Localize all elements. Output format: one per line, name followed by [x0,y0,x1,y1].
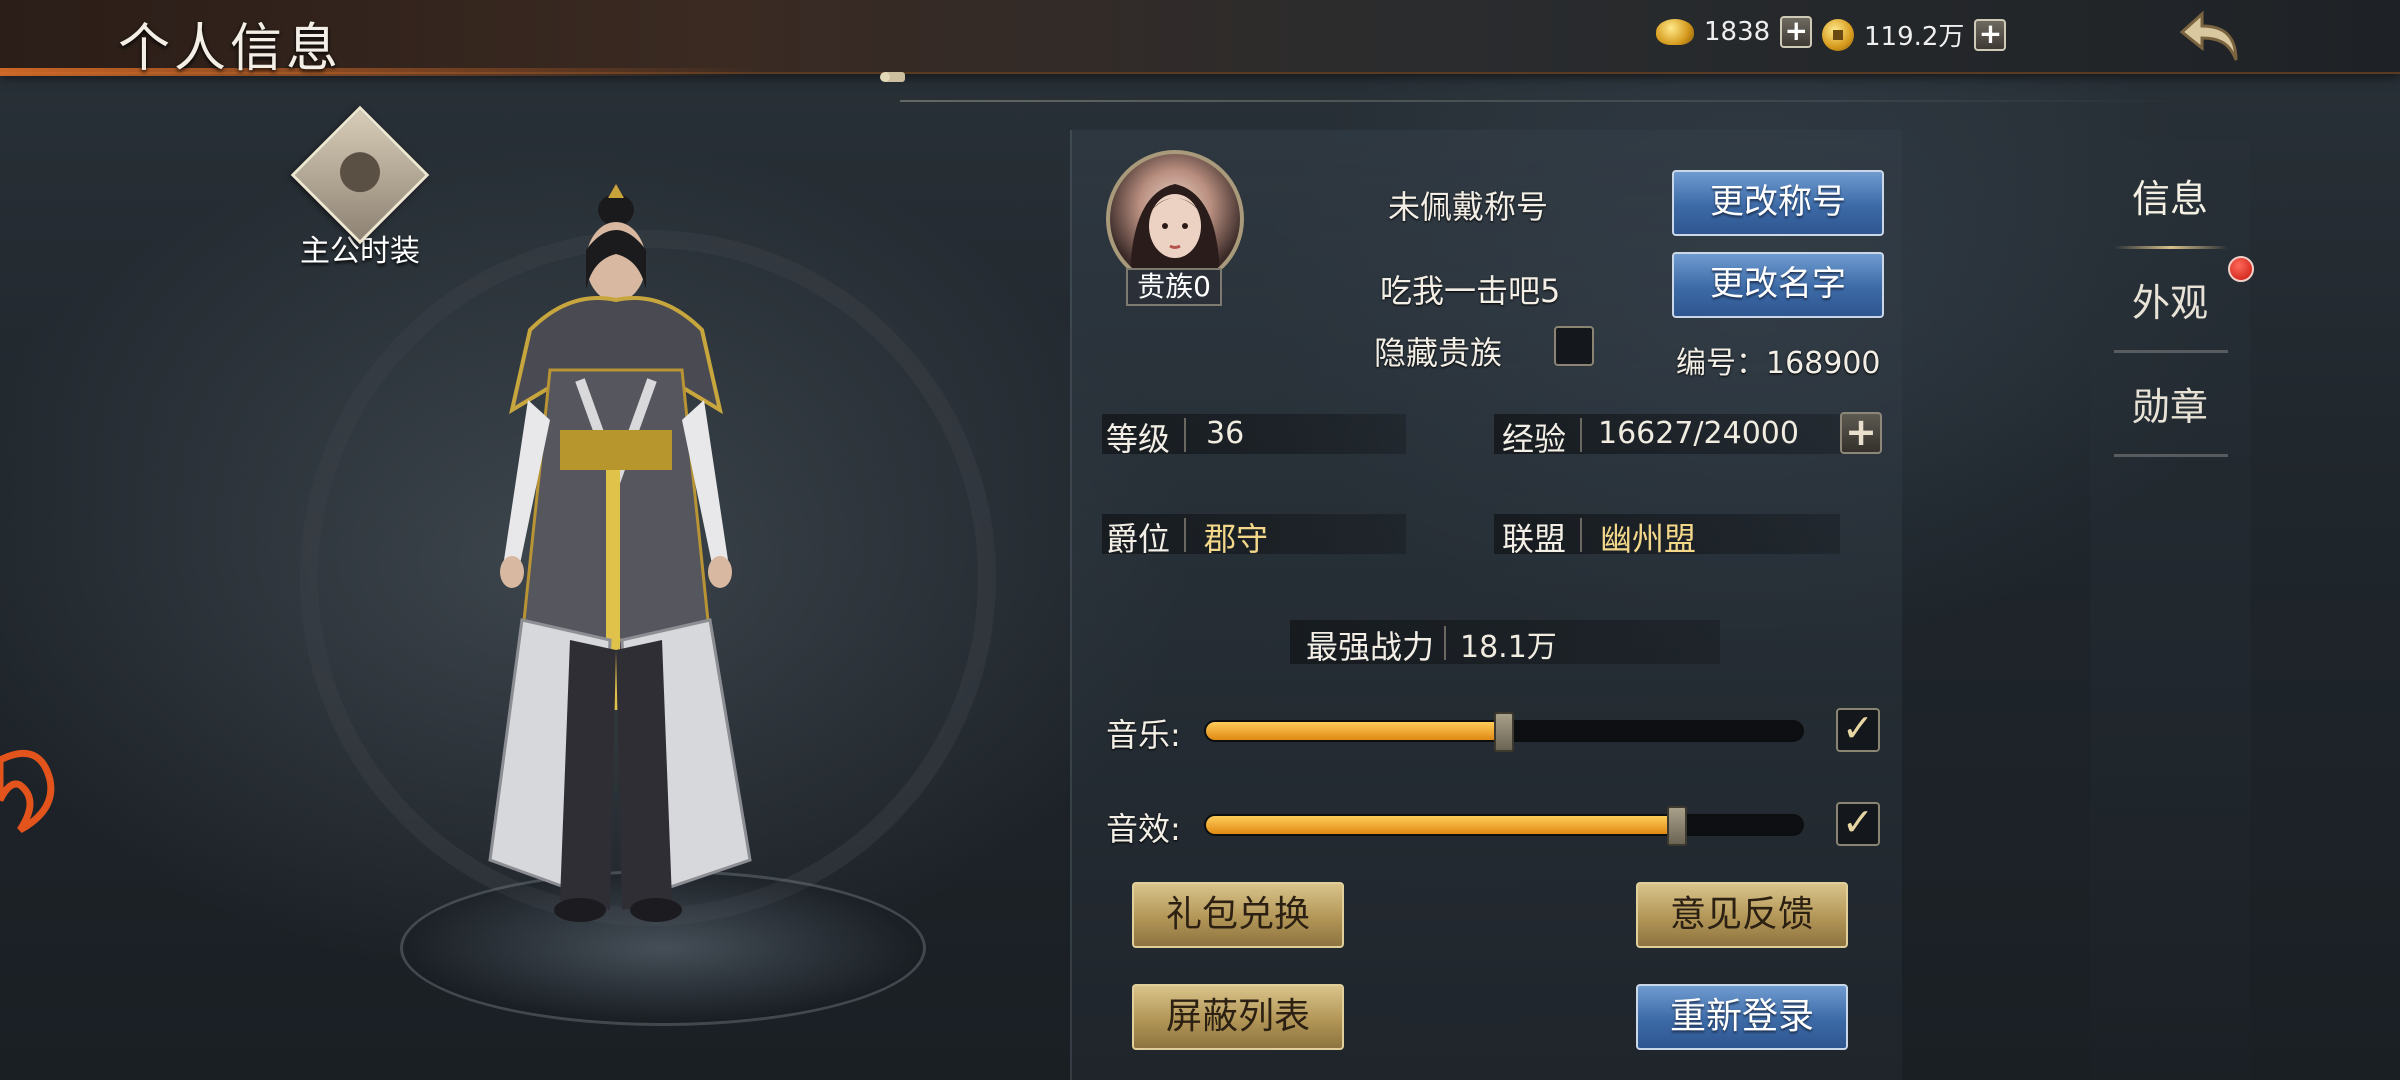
music-slider-handle[interactable] [1494,712,1514,752]
title-glow [0,68,760,76]
level-separator [1184,418,1186,452]
character-model [488,184,752,922]
sfx-check-icon: ✓ [1842,800,1874,844]
back-arrow-icon[interactable] [2176,6,2246,66]
coin-currency: 119.2万 + [1822,16,2007,53]
change-name-button[interactable]: 更改名字 [1672,252,1884,318]
power-label: 最强战力 [1306,628,1435,666]
alliance-label: 联盟 [1502,520,1567,558]
tab-appearance[interactable]: 外观 [2114,272,2226,327]
add-coins-button[interactable]: + [1974,18,2007,51]
tab-divider-1 [2114,350,2228,353]
sfx-checkbox[interactable]: ✓ [1836,800,1880,846]
rank-label: 爵位 [1106,520,1171,558]
copper-coin-icon [1822,18,1854,51]
title-status: 未佩戴称号 [1388,188,1549,226]
fashion-icon [290,105,430,245]
feedback-button[interactable]: 意见反馈 [1636,882,1848,948]
rank-separator [1184,518,1186,552]
relogin-button[interactable]: 重新登录 [1636,984,1848,1050]
tab-medals[interactable]: 勋章 [2114,376,2226,431]
tab-info[interactable]: 信息 [2114,168,2226,223]
level-label: 等级 [1106,420,1171,458]
music-check-icon: ✓ [1842,706,1874,750]
power-separator [1444,626,1446,660]
header-divider [900,100,2200,102]
alliance-value: 幽州盟 [1600,520,1697,558]
page-title: 个人信息 [118,19,343,79]
sfx-slider-fill [1206,816,1677,834]
sfx-slider-handle[interactable] [1666,806,1687,846]
exp-label: 经验 [1502,420,1567,458]
music-checkbox[interactable]: ✓ [1836,706,1880,752]
add-exp-button[interactable]: + [1840,412,1882,454]
noble-level-badge: 贵族0 [1126,268,1222,306]
lord-fashion-button[interactable]: 主公时装 [290,105,430,269]
alliance-separator [1580,518,1582,552]
exp-value: 16627/24000 [1598,416,1799,451]
add-gold-ingot-button[interactable]: + [1780,16,1813,48]
sfx-label: 音效: [1106,810,1181,848]
gold-ingot-amount: 1838 [1704,17,1771,47]
tab-divider-2 [2114,454,2228,457]
power-value: 18.1万 [1460,630,1557,665]
top-bar [0,0,2400,76]
hide-noble-checkbox[interactable] [1554,326,1594,366]
player-id: 编号：168900 [1676,346,1881,381]
level-value: 36 [1206,416,1245,451]
music-label: 音乐: [1106,716,1181,754]
block-list-button[interactable]: 屏蔽列表 [1132,984,1344,1050]
appearance-notification-badge [2228,256,2254,282]
gold-ingot-currency: 1838 + [1656,16,1813,48]
coin-amount: 119.2万 [1864,22,1965,52]
exp-separator [1580,418,1582,452]
player-name: 吃我一击吧5 [1380,272,1561,310]
music-slider[interactable] [1204,712,1804,752]
gift-exchange-button[interactable]: 礼包兑换 [1132,882,1344,948]
avatar-portrait-icon [1130,184,1220,284]
music-slider-fill [1206,722,1504,740]
hide-noble-label: 隐藏贵族 [1374,334,1503,372]
sfx-slider[interactable] [1204,806,1804,846]
gold-ingot-icon [1656,19,1694,45]
change-title-button[interactable]: 更改称号 [1672,170,1884,236]
side-ornament-icon [0,749,55,834]
rank-value: 郡守 [1204,520,1269,558]
scroll-icon [880,72,905,82]
tab-info-underline [2114,246,2228,249]
